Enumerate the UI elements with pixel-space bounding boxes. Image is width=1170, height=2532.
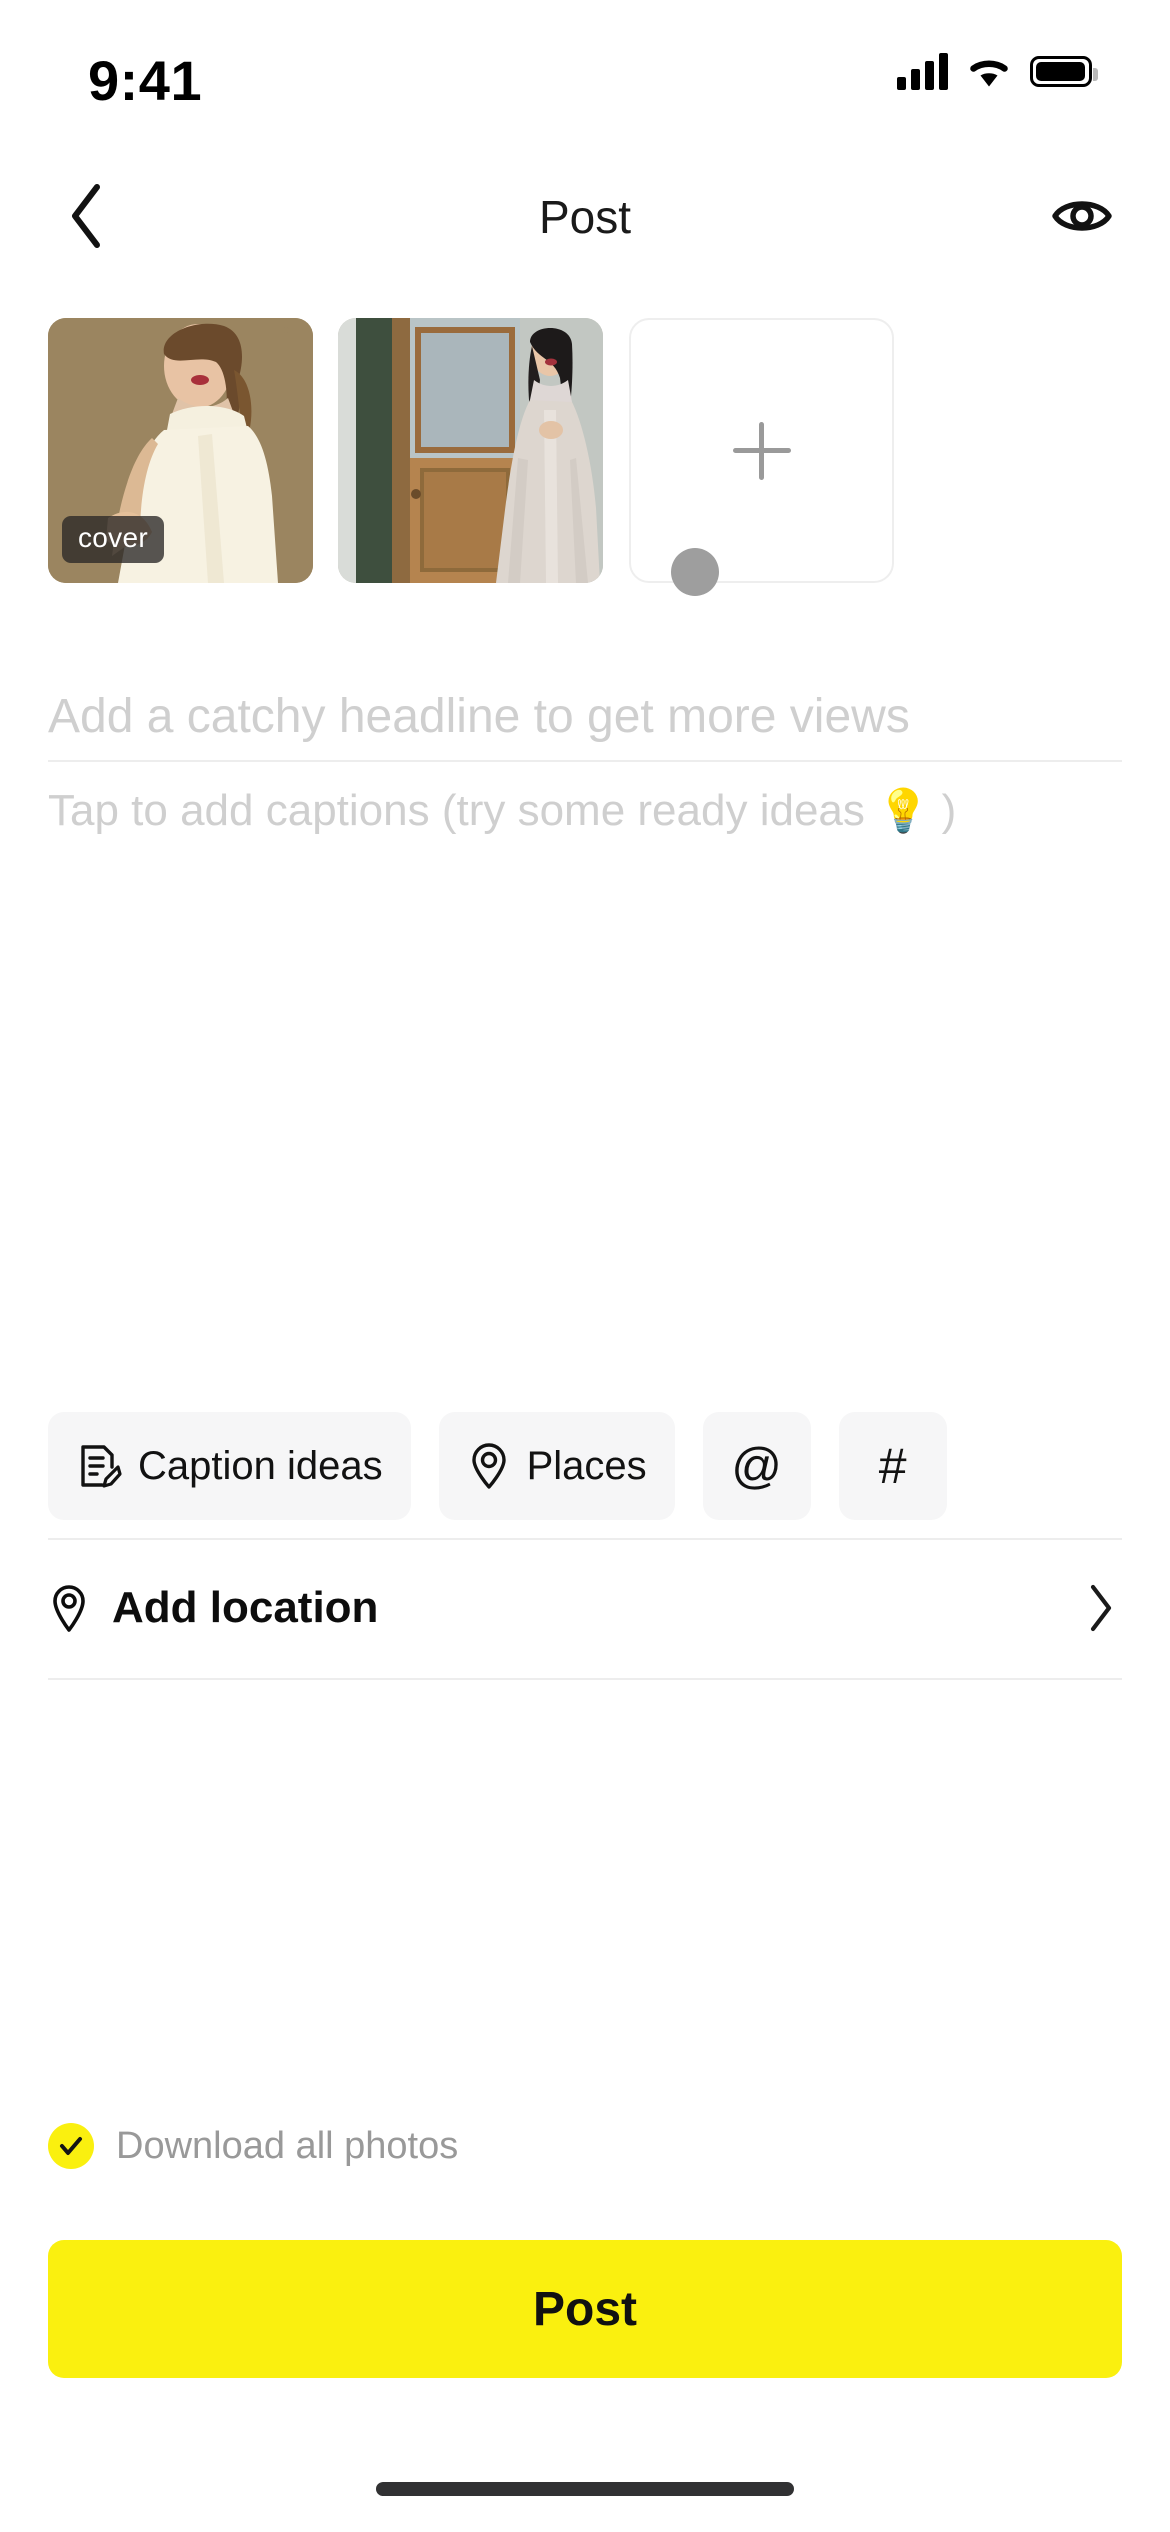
- chip-label: Caption ideas: [138, 1443, 383, 1488]
- checkbox-checked[interactable]: [48, 2123, 94, 2169]
- eye-icon: [1052, 201, 1112, 231]
- chip-caption-ideas[interactable]: Caption ideas: [48, 1412, 411, 1520]
- drag-handle[interactable]: [671, 548, 719, 596]
- caption-placeholder-post: ): [929, 786, 957, 835]
- download-all-photos-toggle[interactable]: Download all photos: [48, 2118, 458, 2174]
- location-pin-icon: [471, 1443, 506, 1489]
- headline-placeholder: Add a catchy headline to get more views: [48, 689, 910, 743]
- checkmark-icon: [60, 2137, 82, 2155]
- page-title: Post: [538, 191, 632, 243]
- battery-full-icon: [1030, 55, 1098, 87]
- divider: [48, 1678, 1122, 1680]
- caption-placeholder-pre: Tap to add captions (try some ready idea…: [48, 786, 878, 835]
- post-button[interactable]: Post: [48, 2240, 1122, 2378]
- add-photo-button[interactable]: [629, 318, 894, 583]
- chip-hashtag[interactable]: #: [838, 1412, 947, 1520]
- chevron-right-icon: [1090, 1584, 1112, 1632]
- headline-input[interactable]: Add a catchy headline to get more views: [48, 672, 1122, 760]
- photo-thumbnail[interactable]: cover: [48, 318, 313, 583]
- lightbulb-icon: 💡: [877, 787, 930, 834]
- at-sign-icon: @: [731, 1438, 783, 1494]
- cover-badge: cover: [62, 516, 164, 563]
- navigation-bar: Post: [0, 160, 1170, 270]
- media-thumbnail-strip: cover: [48, 318, 1128, 586]
- preview-button[interactable]: [1044, 178, 1120, 254]
- download-all-photos-label: Download all photos: [116, 2124, 459, 2167]
- caption-toolbar: Caption ideas Places @ #: [48, 1412, 947, 1520]
- chip-mention[interactable]: @: [702, 1412, 811, 1520]
- add-location-row[interactable]: Add location: [48, 1538, 1122, 1678]
- divider: [48, 760, 1122, 762]
- photo-thumbnail[interactable]: [338, 318, 603, 583]
- caption-input[interactable]: Tap to add captions (try some ready idea…: [48, 782, 1122, 1182]
- status-bar: 9:41: [0, 0, 1170, 150]
- cellular-signal-icon: [897, 52, 948, 90]
- home-indicator: [376, 2482, 794, 2496]
- app-screen: 9:41 Post cover Add a catchy headline to…: [0, 0, 1170, 2532]
- hashtag-icon: #: [878, 1438, 907, 1494]
- thumbnail-image: [338, 318, 603, 583]
- plus-icon: [732, 421, 791, 480]
- wifi-icon: [970, 60, 1008, 87]
- add-location-label: Add location: [112, 1583, 379, 1632]
- location-pin-icon: [53, 1585, 85, 1632]
- chip-label: Places: [526, 1443, 647, 1488]
- status-icons: [897, 52, 1098, 90]
- document-edit-icon: [81, 1445, 122, 1488]
- status-time: 9:41: [88, 49, 203, 112]
- chip-places[interactable]: Places: [438, 1412, 675, 1520]
